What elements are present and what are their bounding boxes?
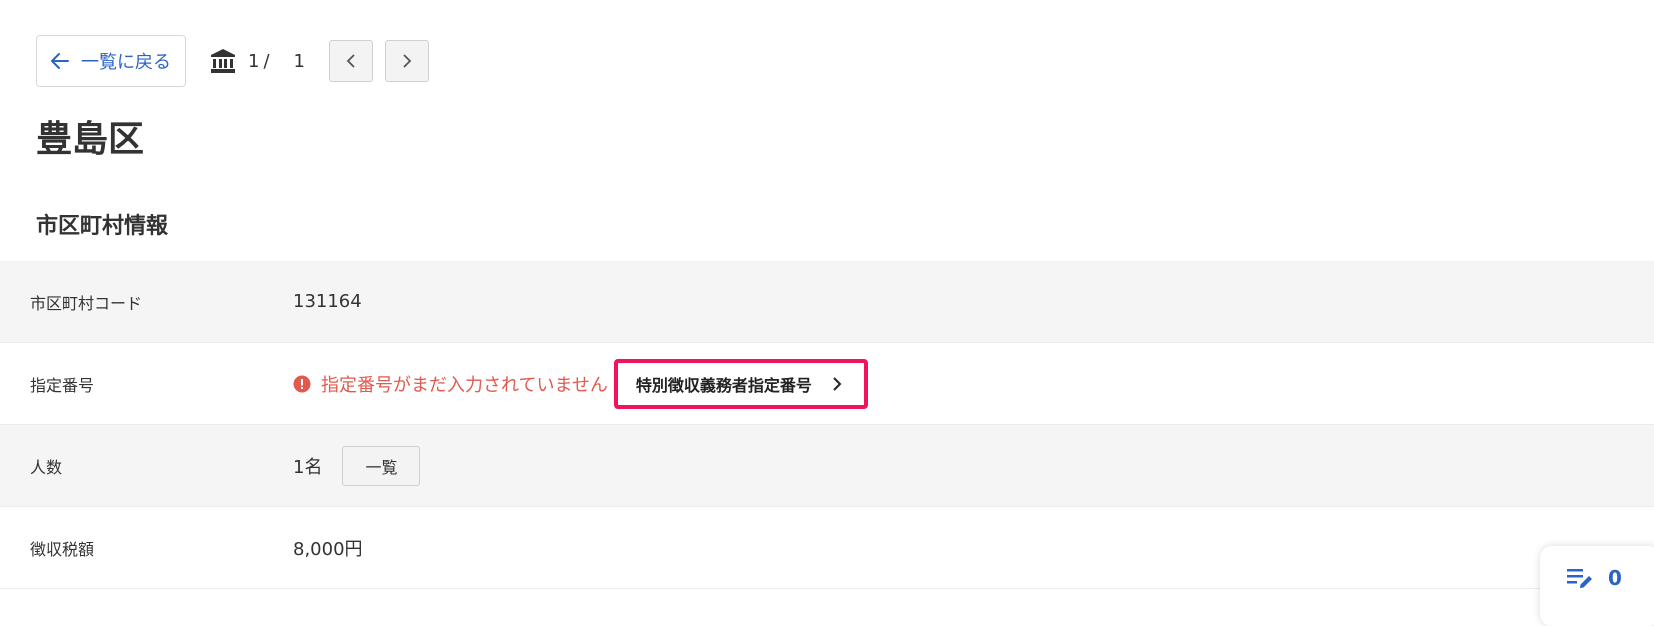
next-button[interactable] — [384, 40, 429, 82]
row-label: 指定番号 — [30, 375, 95, 395]
designation-number-button[interactable]: 特別徴収義務者指定番号 — [613, 358, 868, 409]
section-title: 市区町村情報 — [36, 214, 169, 239]
chevron-right-icon — [833, 376, 842, 391]
headcount-text: 1名 — [293, 456, 323, 478]
row-label: 市区町村コード — [30, 293, 143, 313]
headcount-value: 1名 一覧 — [293, 445, 421, 486]
row-label: 人数 — [30, 457, 63, 477]
pager-separator: / — [263, 50, 270, 72]
back-to-list-label: 一覧に戻る — [81, 52, 171, 73]
row-label: 徴収税額 — [30, 539, 95, 559]
edit-count: 0 — [1608, 566, 1622, 590]
arrow-left-icon — [51, 53, 69, 69]
row-headcount: 人数 1名 一覧 — [0, 425, 1654, 507]
tax-amount-value: 8,000円 — [293, 538, 363, 560]
row-municipality-code: 市区町村コード 131164 — [0, 261, 1654, 343]
chevron-left-icon — [346, 54, 355, 68]
list-button[interactable]: 一覧 — [342, 445, 421, 486]
edit-list-fab[interactable]: 0 — [1540, 546, 1654, 626]
municipality-info-table: 市区町村コード 131164 指定番号 指定番号がまだ入力されていません 特別徴… — [0, 261, 1654, 589]
alert-icon — [293, 375, 311, 393]
designation-warning: 指定番号がまだ入力されていません — [293, 371, 608, 397]
designation-warning-text: 指定番号がまだ入力されていません — [321, 374, 608, 396]
designation-value: 指定番号がまだ入力されていません 特別徴収義務者指定番号 — [293, 358, 868, 409]
bank-icon — [210, 48, 236, 74]
pager: 1 / 1 — [210, 40, 429, 82]
municipality-code-value: 131164 — [293, 291, 362, 312]
back-to-list-button[interactable]: 一覧に戻る — [36, 35, 186, 87]
page-title: 豊島区 — [36, 119, 145, 160]
row-tax-amount: 徴収税額 8,000円 — [0, 507, 1654, 589]
pager-current: 1 — [248, 50, 260, 72]
previous-button[interactable] — [328, 40, 373, 82]
row-designation-number: 指定番号 指定番号がまだ入力されていません 特別徴収義務者指定番号 — [0, 343, 1654, 425]
chevron-right-icon — [403, 54, 412, 68]
edit-list-icon — [1567, 569, 1592, 588]
pager-total: 1 — [293, 50, 305, 72]
topbar: 一覧に戻る 1 / 1 — [36, 34, 429, 88]
designation-number-button-label: 特別徴収義務者指定番号 — [635, 375, 812, 395]
